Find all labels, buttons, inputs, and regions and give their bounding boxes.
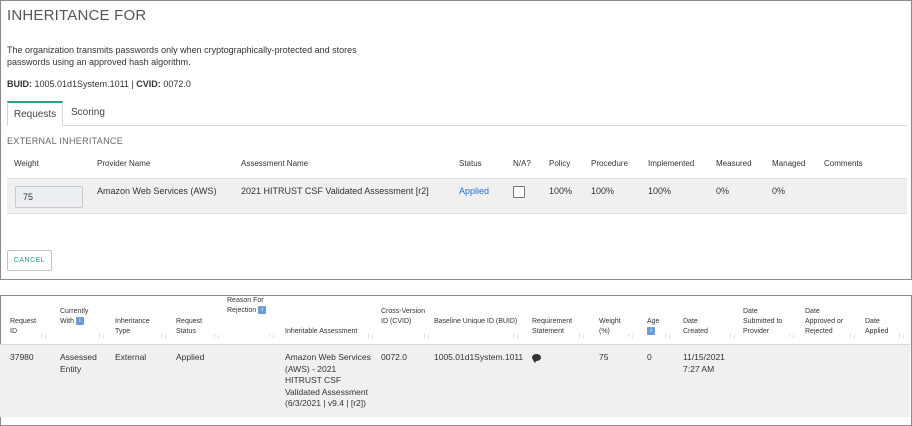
tab-requests[interactable]: Requests <box>7 101 63 126</box>
cvid-value: 0072.0 <box>381 352 407 362</box>
inheritance-panel: INHERITANCE FOR The organization transmi… <box>0 0 912 280</box>
col-measured: Measured <box>716 159 752 168</box>
col-date-applied[interactable]: Date Applied <box>865 317 895 337</box>
col-na: N/A? <box>513 159 531 168</box>
info-icon[interactable]: i <box>647 327 655 336</box>
info-icon[interactable]: i <box>75 317 84 326</box>
implemented-value: 100% <box>648 186 672 196</box>
currently-with: Assessed Entity <box>60 352 97 374</box>
provider-name: Amazon Web Services (AWS) <box>97 186 217 196</box>
sort-icon[interactable]: ↑↓ <box>40 333 47 340</box>
weight-value: 75 <box>599 352 609 362</box>
col-date-approved[interactable]: Date Approved or Rejected <box>805 307 847 337</box>
sort-icon[interactable]: ↑↓ <box>423 333 430 340</box>
sort-icon[interactable]: ↑↓ <box>664 333 671 340</box>
sort-icon[interactable]: ↑↓ <box>268 333 275 340</box>
col-implemented: Implemented <box>648 159 695 168</box>
request-status: Applied <box>176 352 205 362</box>
buid-label: BUID: <box>7 79 32 89</box>
col-buid[interactable]: Baseline Unique ID (BUID) <box>434 317 526 327</box>
policy-value: 100% <box>549 186 573 196</box>
buid-link[interactable]: 1005.01d1System.1011 <box>434 352 523 364</box>
col-date-created[interactable]: Date Created <box>683 317 713 337</box>
col-cvid[interactable]: Cross-Version ID (CVID) <box>381 307 425 327</box>
sort-icon[interactable]: ↑↓ <box>98 333 105 340</box>
col-requirement-statement[interactable]: Requirement Statement <box>532 317 578 337</box>
request-id: 37980 <box>10 352 34 362</box>
procedure-value: 100% <box>591 186 615 196</box>
col-date-submitted[interactable]: Date Submitted to Provider <box>743 307 785 337</box>
col-comments: Comments <box>824 159 863 168</box>
cvid-label: CVID: <box>136 79 161 89</box>
inheritance-type: External <box>115 352 147 362</box>
tab-bar: Requests Scoring <box>7 101 907 126</box>
col-reason-for-rejection[interactable]: Reason For Rejection i <box>227 296 267 316</box>
col-status: Status <box>459 159 482 168</box>
sort-icon[interactable]: ↑↓ <box>213 333 220 340</box>
col-weight-pct[interactable]: Weight (%) <box>599 317 629 337</box>
id-separator: | <box>131 79 134 89</box>
external-inheritance-heading: EXTERNAL INHERITANCE <box>7 136 124 146</box>
col-inheritance-type[interactable]: Inheritance Type <box>115 317 161 337</box>
cancel-button[interactable]: CANCEL <box>7 250 52 271</box>
sort-icon[interactable]: ↑↓ <box>160 333 167 340</box>
date-created: 11/15/2021 7:27 AM <box>683 352 725 374</box>
assessment-name: 2021 HITRUST CSF Validated Assessment [r… <box>241 186 429 196</box>
col-assessment-name: Assessment Name <box>241 159 309 168</box>
col-procedure: Procedure <box>591 159 628 168</box>
col-request-id[interactable]: Request ID <box>10 317 40 337</box>
sort-icon[interactable]: ↑↓ <box>729 333 736 340</box>
sort-icon[interactable]: ↑↓ <box>512 333 519 340</box>
col-age-label: Age <box>647 318 660 325</box>
sort-icon[interactable]: ↑↓ <box>627 333 634 340</box>
col-managed: Managed <box>772 159 806 168</box>
sort-icon[interactable]: ↑↓ <box>578 333 585 340</box>
sort-icon[interactable]: ↑↓ <box>849 333 856 340</box>
buid-value: 1005.01d1System.1011 <box>34 79 129 89</box>
col-currently-with[interactable]: Currently With i <box>60 307 96 327</box>
external-inheritance-row: 75 Amazon Web Services (AWS) 2021 HITRUS… <box>7 178 907 214</box>
col-weight: Weight <box>14 159 39 168</box>
age-value: 0 <box>647 352 652 362</box>
inheritable-assessment: Amazon Web Services (AWS) - 2021 HITRUST… <box>285 352 371 408</box>
table-row: 37980 Assessed Entity External Applied A… <box>0 344 910 417</box>
managed-value: 0% <box>772 186 786 196</box>
status-link[interactable]: Applied <box>459 186 489 196</box>
sort-icon[interactable]: ↑↓ <box>898 333 905 340</box>
col-request-status[interactable]: Request Status <box>176 317 212 337</box>
tab-scoring[interactable]: Scoring <box>71 101 105 126</box>
col-provider-name: Provider Name <box>97 159 151 168</box>
measured-value: 0% <box>716 186 730 196</box>
weight-input[interactable]: 75 <box>15 186 83 208</box>
col-policy: Policy <box>549 159 571 168</box>
na-checkbox[interactable] <box>513 186 525 198</box>
sort-icon[interactable]: ↑↓ <box>788 333 795 340</box>
id-line: BUID: 1005.01d1System.1011 | CVID: 0072.… <box>7 79 191 89</box>
sort-icon[interactable]: ↑↓ <box>367 333 374 340</box>
cvid-value: 0072.0 <box>163 79 191 89</box>
requirement-description: The organization transmits passwords onl… <box>7 45 357 67</box>
comment-icon[interactable] <box>532 354 541 363</box>
col-currently-with-label: Currently With <box>60 308 89 325</box>
page-title: INHERITANCE FOR <box>7 7 147 24</box>
col-inheritable-assessment[interactable]: Inheritable Assessment <box>285 327 375 337</box>
info-icon[interactable]: i <box>258 306 267 315</box>
